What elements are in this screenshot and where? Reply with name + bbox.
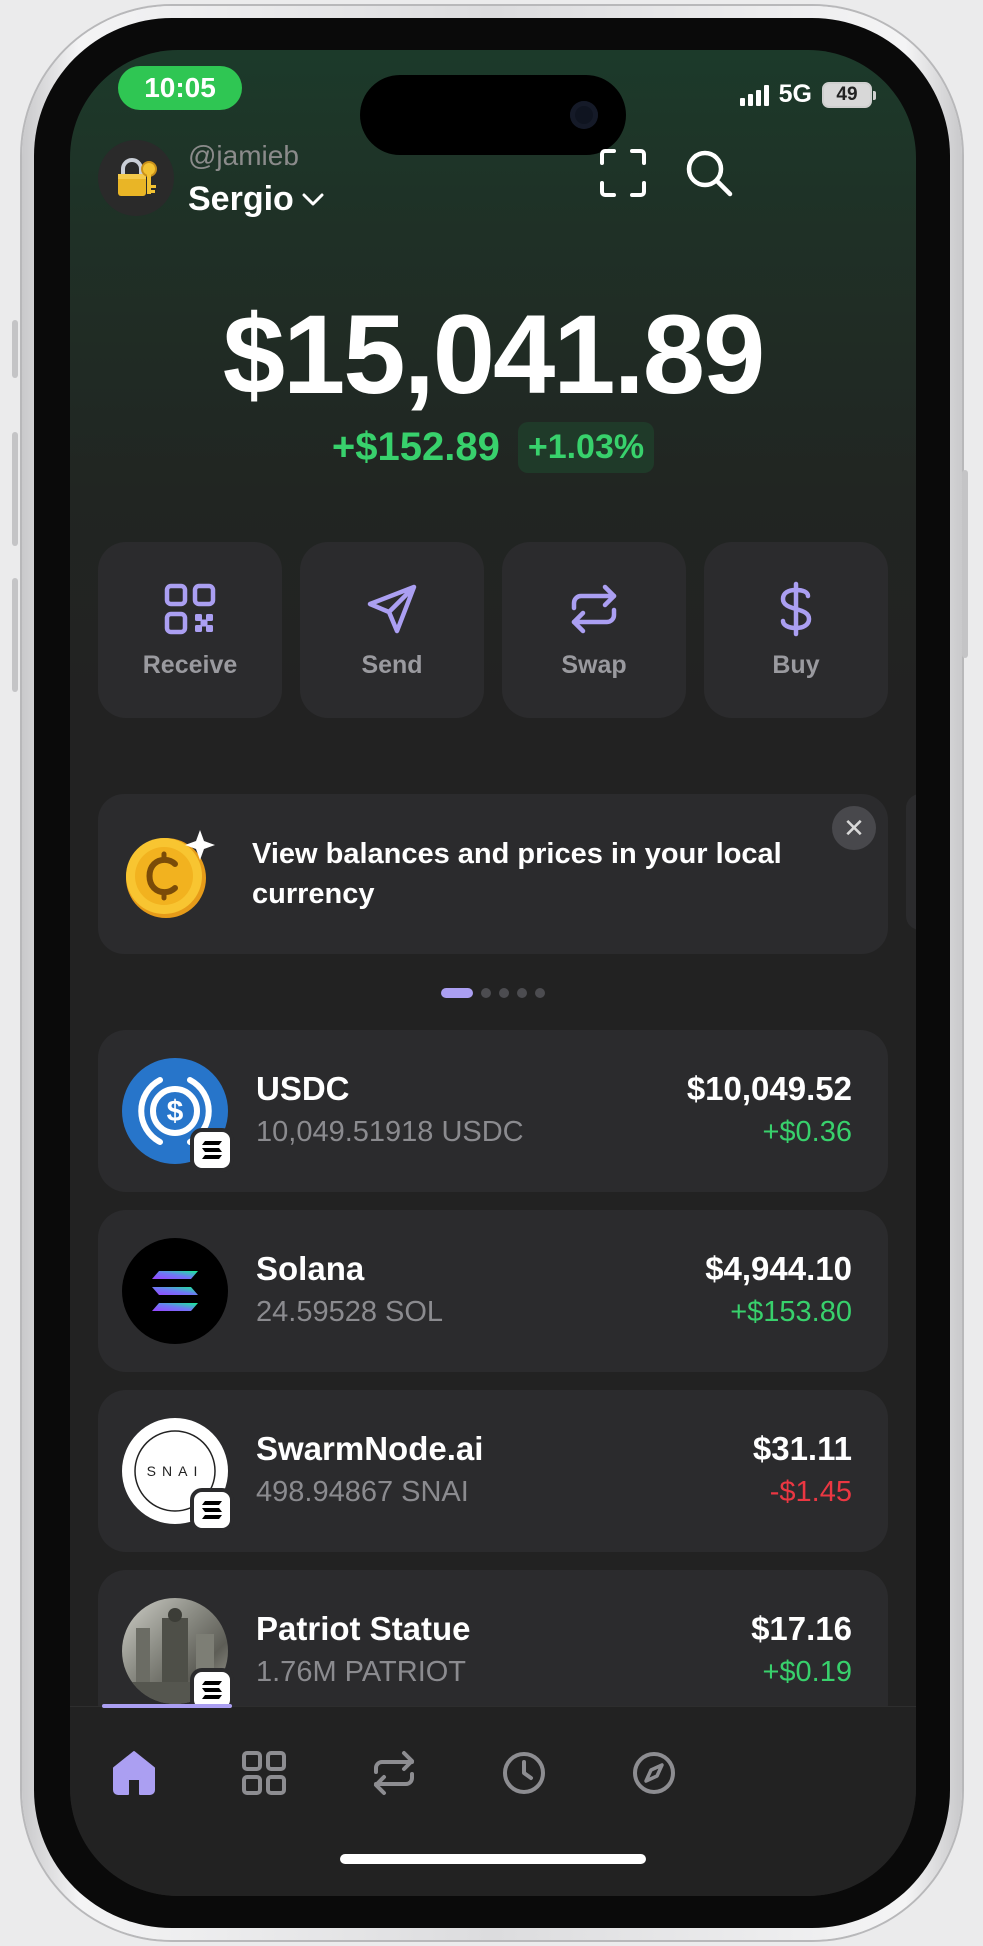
nav-explore[interactable] <box>624 1743 684 1803</box>
carousel-dot <box>517 988 527 998</box>
buy-label: Buy <box>772 650 820 679</box>
carousel-dot-active <box>441 988 473 998</box>
promo-message: View balances and prices in your local c… <box>252 838 782 910</box>
bottom-nav <box>70 1704 916 1896</box>
solana-chain-badge <box>190 1668 234 1706</box>
account-avatar[interactable] <box>98 140 174 216</box>
token-amount: 1.76M PATRIOT <box>256 1656 467 1688</box>
dynamic-island <box>360 75 626 155</box>
nav-active-indicator <box>102 1704 232 1708</box>
battery-level: 49 <box>836 83 858 105</box>
change-amount: +$152.89 <box>331 425 500 469</box>
token-value: $10,049.52 <box>686 1070 852 1107</box>
carousel-dot <box>535 988 545 998</box>
solana-chain-badge <box>190 1128 234 1172</box>
token-change: -$1.45 <box>769 1476 852 1508</box>
send-label: Send <box>361 650 423 679</box>
qr-code-icon <box>164 583 216 634</box>
next-promo-card[interactable] <box>906 794 916 930</box>
receive-button[interactable]: Receive <box>98 542 282 718</box>
token-amount: 10,049.51918 USDC <box>256 1116 524 1148</box>
close-icon[interactable]: ✕ <box>832 806 876 850</box>
send-button[interactable]: Send <box>300 542 484 718</box>
nav-home[interactable] <box>104 1743 164 1803</box>
status-time: 10:05 <box>118 66 242 110</box>
chevron-down-icon <box>302 193 324 205</box>
swap-icon <box>571 584 617 633</box>
token-amount: 498.94867 SNAI <box>256 1476 469 1508</box>
promo-card[interactable]: View balances and prices in your local c… <box>98 794 888 954</box>
carousel-dot <box>481 988 491 998</box>
search-icon[interactable] <box>682 146 736 200</box>
solana-chain-badge <box>190 1488 234 1532</box>
token-amount: 24.59528 SOL <box>256 1296 444 1328</box>
balance-change: +$152.89 +1.03% <box>70 422 916 473</box>
token-change: +$153.80 <box>730 1296 852 1328</box>
battery-icon: 49 <box>822 81 876 108</box>
token-name: Patriot Statue <box>256 1610 471 1647</box>
signal-icon <box>739 84 769 106</box>
volume-down-button <box>12 578 18 692</box>
token-row-patriot[interactable]: Patriot Statue 1.76M PATRIOT $17.16 +$0.… <box>98 1570 888 1706</box>
change-percent-badge: +1.03% <box>517 422 655 473</box>
send-icon <box>367 584 417 633</box>
account-handle: @jamieb <box>188 140 299 171</box>
token-name: SwarmNode.ai <box>256 1430 484 1467</box>
svg-text:$: $ <box>167 1095 184 1128</box>
snai-logo-text: SNAI <box>147 1463 204 1479</box>
swap-label: Swap <box>561 650 627 679</box>
swap-button[interactable]: Swap <box>502 542 686 718</box>
scan-icon[interactable] <box>596 146 650 200</box>
volume-up-button <box>12 432 18 546</box>
token-row-usdc[interactable]: $ USDC 10,049.51918 USDC $10,049.52 +$0.… <box>98 1030 888 1192</box>
token-change: +$0.36 <box>762 1116 852 1148</box>
token-value: $31.11 <box>752 1430 852 1467</box>
token-value: $17.16 <box>751 1610 852 1647</box>
home-indicator[interactable] <box>340 1854 646 1864</box>
nav-collectibles[interactable] <box>234 1743 294 1803</box>
account-switcher[interactable]: Sergio <box>188 180 324 219</box>
token-list: $ USDC 10,049.51918 USDC $10,049.52 +$0.… <box>98 1030 888 1706</box>
history-clock-icon <box>503 1752 545 1794</box>
carousel-dot <box>499 988 509 998</box>
nav-activity[interactable] <box>494 1743 554 1803</box>
total-balance: $15,041.89 <box>222 292 766 417</box>
carousel-dots <box>70 988 916 998</box>
token-change: +$0.19 <box>762 1656 852 1688</box>
compass-icon <box>633 1752 675 1794</box>
front-camera <box>570 101 598 129</box>
network-type: 5G <box>778 80 812 108</box>
token-name: Solana <box>256 1250 365 1287</box>
account-name: Sergio <box>188 180 294 218</box>
quick-actions: Receive Send Swap Buy <box>98 542 888 718</box>
solana-logo <box>122 1238 228 1344</box>
dollar-icon <box>780 581 812 636</box>
receive-label: Receive <box>142 650 238 679</box>
token-row-solana[interactable]: Solana 24.59528 SOL $4,944.10 +$153.80 <box>98 1210 888 1372</box>
power-button <box>962 470 968 658</box>
token-row-swarmnode[interactable]: SNAI SwarmNode.ai 498.94867 SNAI $31.11 … <box>98 1390 888 1552</box>
grid-icon <box>242 1751 286 1795</box>
mute-switch <box>12 320 18 378</box>
lock-key-icon <box>118 158 157 196</box>
home-icon <box>113 1751 155 1795</box>
token-value: $4,944.10 <box>705 1250 852 1287</box>
coin-icon <box>126 830 215 918</box>
token-name: USDC <box>256 1070 350 1107</box>
swap-arrows-icon <box>374 1751 414 1795</box>
status-indicators: 5G 49 <box>739 80 876 109</box>
buy-button[interactable]: Buy <box>704 542 888 718</box>
nav-swap[interactable] <box>364 1743 424 1803</box>
app-screen: 10:05 5G 49 @jamieb Sergio $15,041.89 +$… <box>70 50 916 1896</box>
